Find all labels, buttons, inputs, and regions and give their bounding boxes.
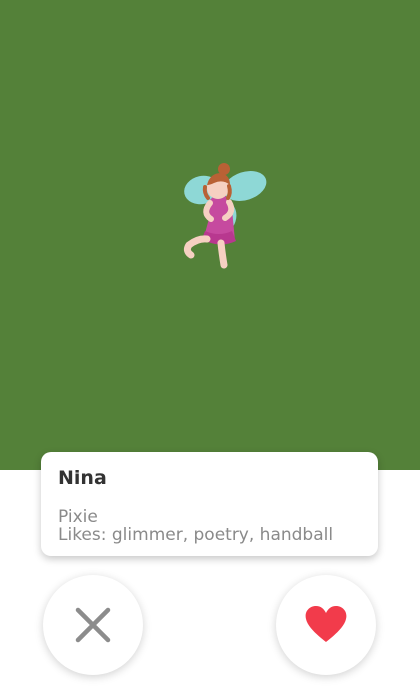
likes-label: Likes:	[58, 525, 112, 545]
profile-card: Nina Pixie Likes: glimmer, poetry, handb…	[41, 452, 378, 556]
fairy-icon	[174, 155, 270, 275]
like-button[interactable]	[276, 575, 376, 675]
close-icon	[74, 606, 112, 644]
likes-list: glimmer, poetry, handball	[111, 525, 334, 545]
heart-icon	[304, 605, 348, 645]
profile-screen: Nina Pixie Likes: glimmer, poetry, handb…	[0, 0, 420, 700]
dislike-button[interactable]	[43, 575, 143, 675]
profile-species: Pixie	[58, 507, 98, 527]
profile-name: Nina	[58, 467, 107, 489]
profile-photo-area	[0, 0, 420, 470]
profile-likes: Likes: glimmer, poetry, handball	[58, 526, 361, 544]
